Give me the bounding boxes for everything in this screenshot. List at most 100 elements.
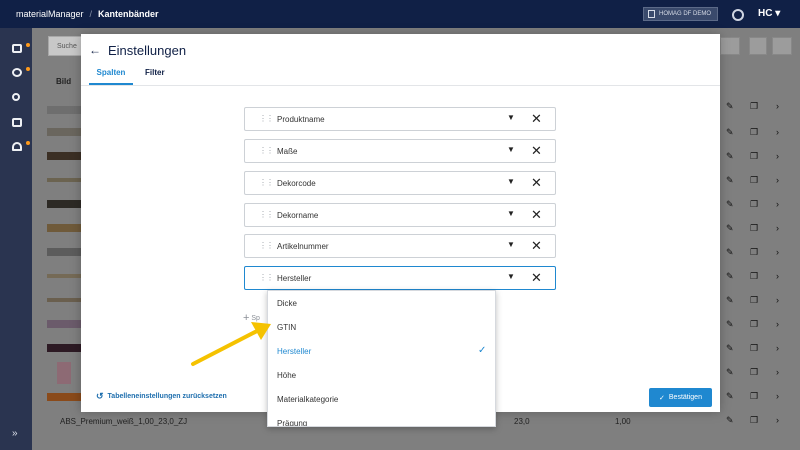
copy-icon: ❐ (750, 151, 759, 161)
column-label: Dekorname (277, 211, 319, 220)
edit-icon: ✎ (726, 343, 734, 353)
edit-icon: ✎ (726, 415, 734, 425)
breadcrumb-current: Kantenbänder (98, 9, 159, 19)
drag-handle-icon[interactable]: ⋮⋮ (259, 273, 274, 282)
caret-down-icon[interactable]: ▼ (507, 240, 515, 249)
edit-icon: ✎ (726, 127, 734, 137)
copy-icon: ❐ (750, 175, 759, 185)
close-icon[interactable]: ✕ (531, 175, 542, 191)
nav-stock-icon[interactable] (12, 142, 22, 151)
back-arrow-icon[interactable]: ← (89, 43, 101, 57)
column-row[interactable]: ⋮⋮ Dekorname ▼ ✕ (244, 203, 556, 227)
close-icon[interactable]: ✕ (531, 111, 542, 127)
edit-icon: ✎ (726, 391, 734, 401)
building-icon (648, 10, 655, 18)
dropdown-option[interactable]: Materialkategorie (268, 387, 495, 411)
caret-down-icon[interactable]: ▼ (507, 145, 515, 154)
column-row[interactable]: ⋮⋮ Produktname ▼ ✕ (244, 107, 556, 131)
reset-table-settings-link[interactable]: ↺ Tabelleneinstellungen zurücksetzen (96, 391, 227, 402)
confirm-button[interactable]: ✓ Bestätigen (649, 388, 712, 407)
nav-materials-icon[interactable] (12, 44, 22, 53)
close-icon[interactable]: ✕ (531, 238, 542, 254)
background-row-width: 23,0 (514, 417, 530, 426)
chevron-right-icon: › (776, 247, 779, 257)
chevron-right-icon: › (776, 127, 779, 137)
confirm-label: Bestätigen (668, 394, 702, 401)
dropdown-option-label: Hersteller (277, 347, 312, 356)
chevron-right-icon: › (776, 343, 779, 353)
caret-down-icon[interactable]: ▼ (507, 113, 515, 122)
edgeband-swatch (47, 200, 81, 208)
logo-text: HC (758, 8, 773, 19)
copy-icon: ❐ (750, 247, 759, 257)
chevron-right-icon: › (776, 101, 779, 111)
copy-icon: ❐ (750, 127, 759, 137)
chevron-right-icon: › (776, 151, 779, 161)
edit-icon: ✎ (726, 223, 734, 233)
drag-handle-icon[interactable]: ⋮⋮ (259, 114, 274, 123)
caret-down-icon[interactable]: ▼ (507, 209, 515, 218)
column-row[interactable]: ⋮⋮ Maße ▼ ✕ (244, 139, 556, 163)
tenant-label: HOMAG DF DEMO (659, 11, 711, 17)
reset-icon: ↺ (96, 391, 104, 401)
close-icon[interactable]: ✕ (531, 270, 542, 286)
tab-columns[interactable]: Spalten (89, 68, 133, 85)
column-row[interactable]: ⋮⋮ Artikelnummer ▼ ✕ (244, 234, 556, 258)
check-icon: ✓ (478, 345, 487, 356)
breadcrumb-separator: / (89, 9, 93, 19)
dropdown-option[interactable]: Dicke (268, 291, 495, 315)
expand-rail-icon[interactable]: » (12, 428, 18, 439)
app-name[interactable]: materialManager (16, 9, 84, 19)
drag-handle-icon[interactable]: ⋮⋮ (259, 146, 274, 155)
chevron-right-icon: › (776, 271, 779, 281)
column-label: Hersteller (277, 274, 312, 283)
app-logo[interactable]: HC ▾ (758, 8, 782, 20)
nav-edgebands-icon[interactable] (12, 68, 22, 77)
dropdown-option-selected[interactable]: Hersteller ✓ (268, 339, 495, 363)
copy-icon: ❐ (750, 223, 759, 233)
edit-icon: ✎ (726, 271, 734, 281)
copy-icon: ❐ (750, 343, 759, 353)
edgeband-swatch (47, 344, 81, 352)
background-row-name: ABS_Premium_weiß_1,00_23,0_ZJ (60, 417, 188, 426)
background-column-header: Bild (56, 77, 72, 86)
drag-handle-icon[interactable]: ⋮⋮ (259, 178, 274, 187)
dialog-header: ← Einstellungen Spalten Filter (81, 34, 720, 86)
close-icon[interactable]: ✕ (531, 143, 542, 159)
notification-dot (26, 141, 30, 145)
close-icon[interactable]: ✕ (531, 207, 542, 223)
dialog-title: Einstellungen (108, 43, 187, 58)
nav-disc-icon[interactable] (12, 93, 20, 101)
column-label: Dekorcode (277, 179, 316, 188)
app-title: materialManager / Kantenbänder (16, 9, 159, 19)
chevron-right-icon: › (776, 415, 779, 425)
copy-icon: ❐ (750, 101, 759, 111)
left-nav-rail (0, 28, 32, 450)
background-row-thickness: 1,00 (615, 417, 631, 426)
background-settings-button (772, 37, 792, 55)
caret-down-icon[interactable]: ▼ (507, 177, 515, 186)
edgeband-swatch (47, 393, 81, 401)
copy-icon: ❐ (750, 319, 759, 329)
drag-handle-icon[interactable]: ⋮⋮ (259, 210, 274, 219)
caret-up-icon[interactable]: ▼ (507, 272, 515, 281)
edit-icon: ✎ (726, 247, 734, 257)
copy-icon: ❐ (750, 295, 759, 305)
edit-icon: ✎ (726, 175, 734, 185)
user-avatar-icon[interactable] (732, 9, 744, 21)
tenant-selector[interactable]: HOMAG DF DEMO (643, 7, 718, 21)
chevron-right-icon: › (776, 199, 779, 209)
dropdown-option[interactable]: Prägung (268, 411, 495, 426)
tab-filter[interactable]: Filter (145, 68, 165, 85)
nav-boards-icon[interactable] (12, 118, 22, 127)
column-row-open[interactable]: ⋮⋮ Hersteller ▼ ✕ (244, 266, 556, 290)
dropdown-option[interactable]: GTIN (268, 315, 495, 339)
edgeband-swatch (47, 298, 81, 302)
column-dropdown-list[interactable]: Dicke GTIN Hersteller ✓ Höhe Materialkat… (267, 290, 496, 427)
dropdown-option[interactable]: Höhe (268, 363, 495, 387)
chevron-right-icon: › (776, 319, 779, 329)
copy-icon: ❐ (750, 415, 759, 425)
drag-handle-icon[interactable]: ⋮⋮ (259, 241, 274, 250)
column-row[interactable]: ⋮⋮ Dekorcode ▼ ✕ (244, 171, 556, 195)
edgeband-swatch (47, 320, 81, 328)
